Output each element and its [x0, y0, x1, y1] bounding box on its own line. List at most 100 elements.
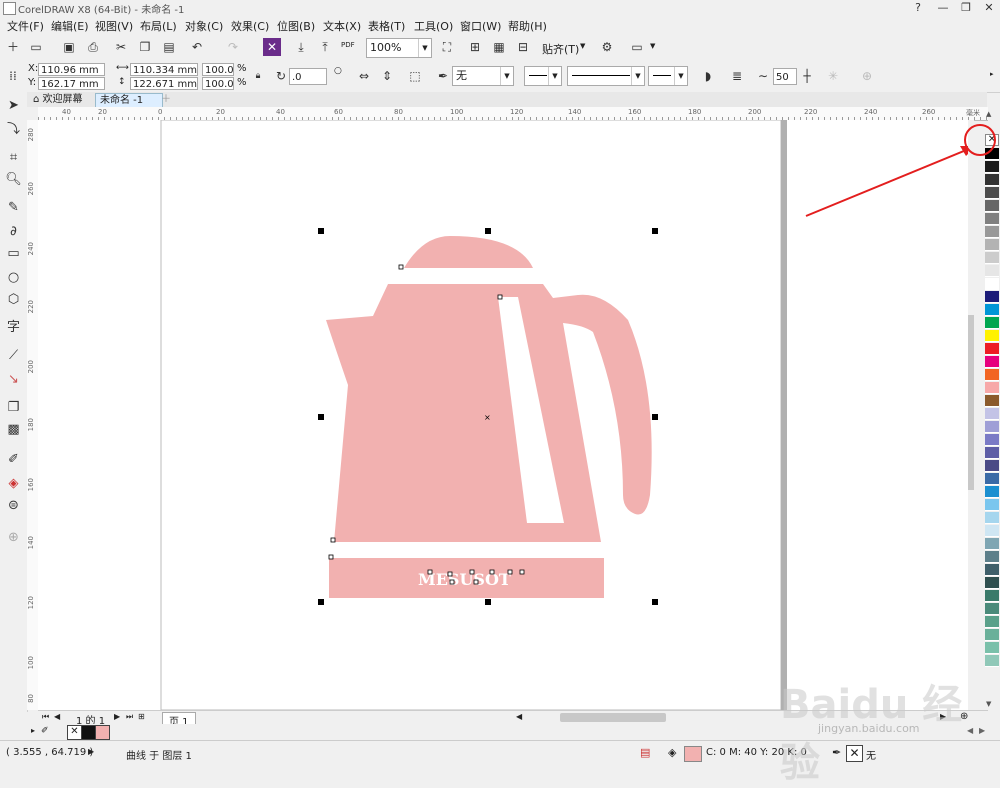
menu-layout[interactable]: 布局(L) [140, 18, 177, 34]
line-style-dropdown[interactable]: ▼ [567, 66, 645, 86]
drawing-canvas[interactable]: MESUSOT × [38, 119, 977, 711]
pink-swatch[interactable] [95, 725, 110, 740]
color-swatch[interactable] [985, 369, 999, 381]
next-page-icon[interactable]: ▶ [114, 712, 120, 721]
options-gear-icon[interactable]: ⚙ [598, 38, 616, 56]
menu-help[interactable]: 帮助(H) [508, 18, 547, 34]
canvas-vertical-scrollbar-thumb[interactable] [968, 315, 974, 490]
color-swatch[interactable] [985, 421, 999, 433]
fill-style-dropdown[interactable]: 无 ▼ [452, 66, 514, 86]
connector-tool-icon[interactable]: ↘ [4, 370, 23, 389]
redo-icon[interactable]: ↷ [224, 38, 242, 56]
color-swatch[interactable] [985, 239, 999, 251]
color-swatch[interactable] [985, 629, 999, 641]
color-swatch[interactable] [985, 382, 999, 394]
eyedropper-icon[interactable]: ✐ [4, 450, 23, 469]
eyedropper-icon[interactable]: ✐ [41, 726, 49, 736]
last-page-icon[interactable]: ⏭ [126, 712, 133, 722]
color-swatch[interactable] [985, 616, 999, 628]
menu-view[interactable]: 视图(V) [95, 18, 133, 34]
search-content-icon[interactable]: ✕ [263, 38, 281, 56]
color-swatch[interactable] [985, 590, 999, 602]
y-position-field[interactable]: 162.17 mm [38, 77, 105, 90]
interactive-fill-icon[interactable]: ◈ [4, 474, 23, 493]
new-document-icon[interactable]: ＋ [4, 38, 22, 56]
zoom-level-dropdown[interactable]: 100% ▼ [366, 38, 432, 58]
add-page-icon[interactable]: ⊞ [138, 712, 145, 721]
no-color-swatch[interactable]: ✕ [67, 725, 82, 740]
show-grid-icon[interactable]: ▦ [490, 38, 508, 56]
color-swatch[interactable] [985, 512, 999, 524]
menu-bitmaps[interactable]: 位图(B) [277, 18, 315, 34]
color-swatch[interactable] [985, 161, 999, 173]
color-swatch[interactable] [985, 252, 999, 264]
pick-tool-icon[interactable]: ➤ [4, 96, 23, 115]
curve-smoothing-icon[interactable]: ∼ [754, 67, 772, 85]
menu-file[interactable]: 文件(F) [7, 18, 44, 34]
rectangle-tool-icon[interactable]: ▭ [4, 244, 23, 263]
save-icon[interactable]: ▣ [60, 38, 78, 56]
freehand-tool-icon[interactable]: ✎ [4, 198, 23, 217]
object-origin-icon[interactable]: ⁞⁞ [4, 67, 22, 85]
help-window-button[interactable]: ? [907, 0, 929, 15]
transparency-icon[interactable]: ▩ [4, 420, 23, 439]
smart-fill-icon[interactable]: ⊜ [4, 496, 23, 515]
rotation-icon[interactable]: ↻ [272, 67, 290, 85]
menu-effects[interactable]: 效果(C) [231, 18, 269, 34]
mirror-vertical-icon[interactable]: ⇕ [378, 67, 396, 85]
menu-table[interactable]: 表格(T) [368, 18, 405, 34]
chevron-right-icon[interactable]: ▸ [990, 70, 994, 78]
color-proof-icon[interactable]: ▤ [640, 746, 650, 759]
tab-welcome-screen[interactable]: ⌂ 欢迎屏幕 [29, 93, 97, 107]
color-swatch[interactable] [985, 356, 999, 368]
print-icon[interactable]: ⎙ [84, 38, 102, 56]
color-swatch[interactable] [985, 577, 999, 589]
color-swatch[interactable] [985, 460, 999, 472]
color-swatch[interactable] [985, 408, 999, 420]
chevron-right-icon[interactable]: ▶ [88, 747, 94, 756]
rotation-angle-field[interactable]: .0 [289, 68, 327, 85]
paste-icon[interactable]: ▤ [160, 38, 178, 56]
menu-object[interactable]: 对象(C) [185, 18, 223, 34]
color-swatch[interactable] [985, 317, 999, 329]
show-guidelines-icon[interactable]: ⊟ [514, 38, 532, 56]
copy-icon[interactable]: ❐ [136, 38, 154, 56]
application-launcher-icon[interactable]: ▭ [628, 38, 646, 56]
menu-edit[interactable]: 编辑(E) [51, 18, 89, 34]
mirror-horizontal-icon[interactable]: ⇔ [355, 67, 373, 85]
add-tool-icon[interactable]: ⊕ [4, 528, 23, 547]
color-swatch[interactable] [985, 486, 999, 498]
black-swatch[interactable] [81, 725, 96, 740]
smoothing-field[interactable]: 50 [773, 68, 797, 85]
first-page-icon[interactable]: ⏮ [42, 712, 49, 722]
horizontal-scrollbar-thumb[interactable] [560, 713, 666, 722]
color-swatch[interactable] [985, 343, 999, 355]
color-swatch[interactable] [985, 655, 999, 667]
color-swatch[interactable] [985, 213, 999, 225]
color-swatch[interactable] [985, 473, 999, 485]
color-swatch[interactable] [985, 278, 999, 290]
color-swatch[interactable] [985, 434, 999, 446]
color-swatch[interactable] [985, 304, 999, 316]
color-swatch[interactable] [985, 187, 999, 199]
fill-pen-icon[interactable]: ✒ [434, 67, 452, 85]
minimize-button[interactable]: — [932, 0, 954, 15]
color-swatch[interactable] [985, 330, 999, 342]
smoothing-slider-icon[interactable]: ┼ [798, 67, 816, 85]
export-icon[interactable]: ⤒ [316, 38, 334, 56]
shape-nodes-icon[interactable]: ✳ [824, 67, 842, 85]
color-swatch[interactable] [985, 200, 999, 212]
color-swatch[interactable] [985, 395, 999, 407]
scale-height-field[interactable]: 100.0 [202, 77, 234, 90]
lock-ratio-icon[interactable]: 🔒︎ [249, 67, 267, 85]
fill-bucket-icon[interactable]: ◈ [668, 746, 676, 759]
color-swatch[interactable] [985, 642, 999, 654]
zoom-tool-icon[interactable]: 🔍︎ [4, 170, 23, 189]
width-field[interactable]: 110.334 mm [130, 63, 198, 76]
add-icon[interactable]: ⊕ [858, 67, 876, 85]
open-folder-icon[interactable]: ▭ [27, 38, 45, 56]
color-swatch[interactable] [985, 447, 999, 459]
height-field[interactable]: 122.671 mm [130, 77, 198, 90]
menu-tools[interactable]: 工具(O) [414, 18, 453, 34]
artistic-media-icon[interactable]: ∂ [4, 222, 23, 241]
